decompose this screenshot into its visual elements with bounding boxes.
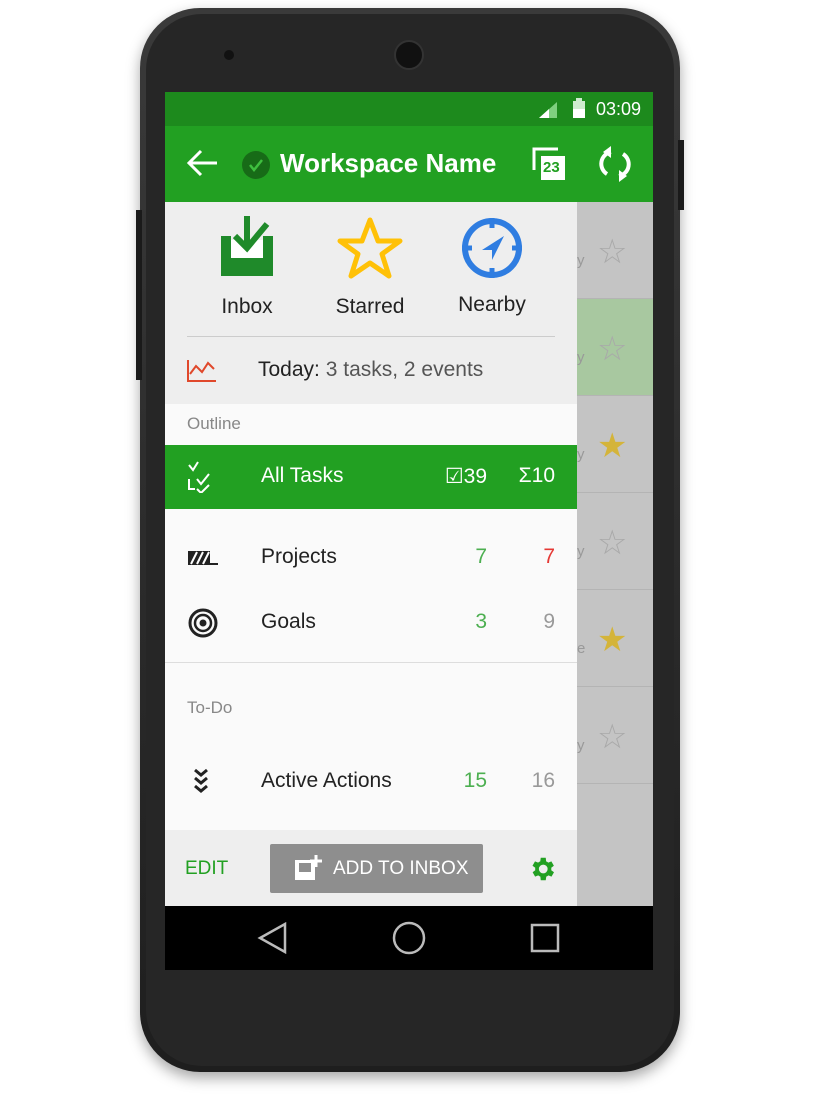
list-item[interactable]: y ☆ [577,299,653,396]
target-icon [188,608,218,638]
item-label: All Tasks [261,464,344,487]
item-label: Projects [261,545,337,568]
star-filled-icon[interactable]: ★ [597,426,627,466]
app-bar: Workspace Name 23 [165,126,653,202]
inbox-label: Inbox [221,295,273,318]
today-label: Today: [258,358,320,381]
trend-chart-icon [187,360,216,382]
section-header-todo: To-Do [187,698,233,717]
star-filled-icon[interactable]: ★ [597,620,627,660]
projects-icon [188,551,218,565]
row-fragment: y [577,349,585,366]
today-summary[interactable]: Today: 3 tasks, 2 events [258,358,483,382]
edit-button[interactable]: EDIT [185,858,228,880]
sum-count: Σ10 [518,464,555,487]
sync-icon[interactable] [597,146,633,182]
row-fragment: y [577,543,585,560]
row-fragment: y [577,446,585,463]
star-icon [337,217,403,279]
navigation-drawer: Inbox Starred Nearby Today: 3 tasks, 2 e… [165,202,577,906]
starred-shortcut[interactable]: Starred [310,216,430,319]
screen: 03:09 Workspace Name 23 y ☆ y ☆ y ★ y ☆ e ★ y… [165,92,653,906]
inbox-shortcut[interactable]: Inbox [187,216,307,319]
calendar-button[interactable]: 23 [531,146,567,182]
row-fragment: y [577,252,585,269]
nav-item-all-tasks[interactable]: All Tasks ☑39 Σ10 [165,445,577,509]
nav-item-projects[interactable]: Projects 7 7 [165,526,577,590]
row-fragment: y [577,737,585,754]
star-outline-icon[interactable]: ☆ [597,523,627,563]
volume-button [136,210,142,380]
list-item[interactable]: y ☆ [577,493,653,590]
signal-icon [539,102,557,118]
status-bar: 03:09 [165,92,653,126]
add-to-inbox-button[interactable]: ADD TO INBOX [270,844,483,893]
inbox-download-icon [221,216,273,276]
item-total-count: 9 [543,610,555,633]
home-nav-icon[interactable] [392,921,426,955]
item-count: 7 [475,545,487,568]
nav-item-goals[interactable]: Goals 3 9 [165,591,577,655]
item-label: Goals [261,610,316,633]
today-text: 3 tasks, 2 events [325,358,484,381]
item-count: 3 [475,610,487,633]
item-total-count: 16 [531,769,555,792]
task-count: ☑39 [444,465,487,488]
list-item[interactable]: e ★ [577,590,653,687]
power-button [678,140,684,210]
back-nav-icon[interactable] [257,922,287,954]
nearby-label: Nearby [458,293,526,316]
front-camera [224,50,234,60]
workspace-badge-icon [242,151,270,179]
list-item[interactable]: y ★ [577,396,653,493]
calendar-day: 23 [543,159,560,176]
divider [187,336,555,337]
earpiece [394,40,424,70]
drawer-bottom-bar: EDIT ADD TO INBOX [165,830,577,906]
page-title: Workspace Name [280,148,497,178]
add-to-inbox-label: ADD TO INBOX [333,858,469,879]
item-count: 15 [463,769,487,792]
gear-icon[interactable] [527,854,557,884]
list-item[interactable]: y ☆ [577,687,653,784]
row-fragment: e [577,640,586,657]
system-nav-bar [165,906,653,970]
nearby-shortcut[interactable]: Nearby [432,216,552,317]
back-arrow-icon[interactable] [185,148,219,178]
star-outline-icon[interactable]: ☆ [597,329,627,369]
all-tasks-icon [188,461,210,493]
list-item[interactable]: y ☆ [577,202,653,299]
item-overdue-count: 7 [543,545,555,568]
item-label: Active Actions [261,769,392,792]
chevrons-down-icon [194,768,208,793]
divider [165,662,577,663]
background-task-list: y ☆ y ☆ y ★ y ☆ e ★ y ☆ [577,202,653,906]
star-outline-icon[interactable]: ☆ [597,717,627,757]
star-outline-icon[interactable]: ☆ [597,232,627,272]
nav-item-active-actions[interactable]: Active Actions 15 16 [165,750,577,814]
section-header-outline: Outline [187,414,241,433]
clock: 03:09 [595,99,641,119]
starred-label: Starred [335,295,405,318]
battery-icon [573,98,585,118]
add-inbox-icon [295,855,322,880]
drawer-header: Inbox Starred Nearby Today: 3 tasks, 2 e… [165,202,577,404]
recents-nav-icon[interactable] [530,923,560,953]
compass-icon [462,218,522,278]
